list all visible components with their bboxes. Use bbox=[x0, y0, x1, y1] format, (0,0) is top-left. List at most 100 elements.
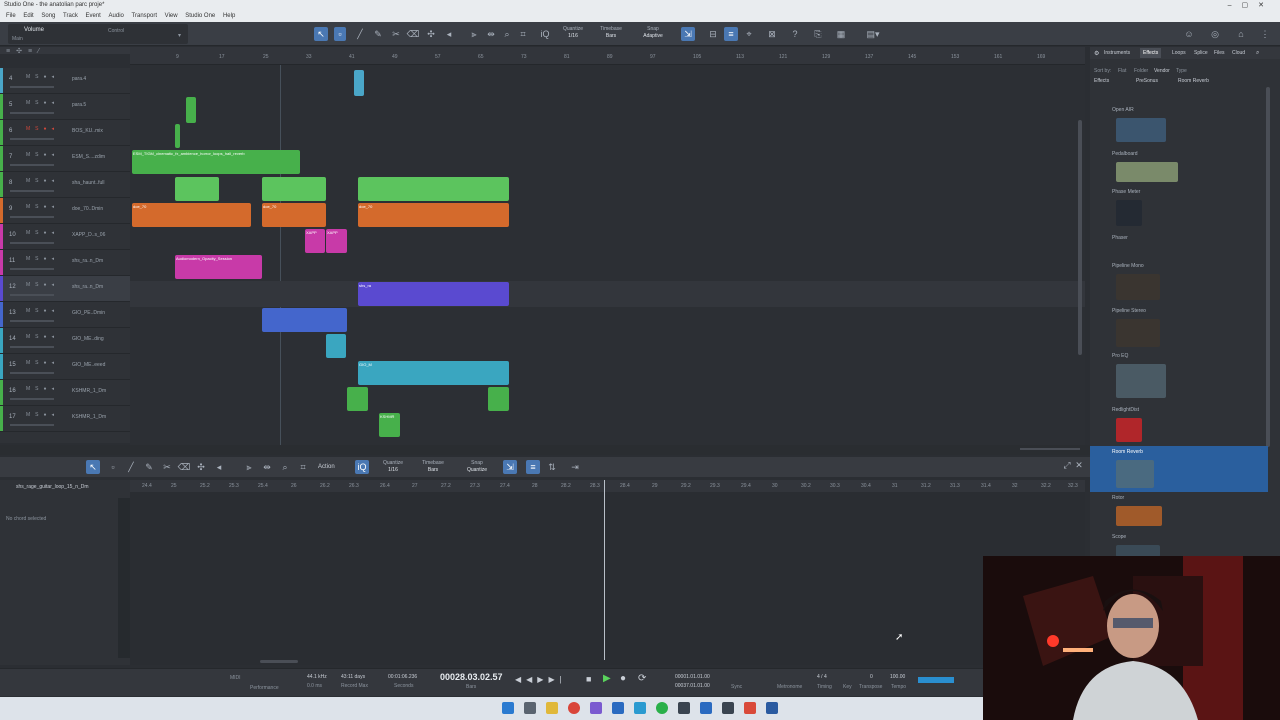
transport-nav-buttons[interactable]: ◀◀▶▶| bbox=[515, 675, 567, 684]
audio-clip-doe[interactable]: doe_70 bbox=[132, 203, 251, 227]
sort-type[interactable]: Type bbox=[1176, 68, 1187, 74]
time-signature[interactable]: 4 / 4 bbox=[817, 674, 827, 680]
loop-start[interactable]: 00001.01.01.00 bbox=[675, 674, 710, 680]
track-name[interactable]: BOS_KU..mix bbox=[72, 128, 103, 134]
track-mute-solo-buttons[interactable]: MS●◂ bbox=[26, 412, 59, 418]
browser-item[interactable]: Pedalboard bbox=[1112, 151, 1138, 157]
app-icon[interactable] bbox=[722, 702, 734, 714]
app-icon[interactable] bbox=[700, 702, 712, 714]
audio-clip[interactable] bbox=[354, 70, 364, 96]
sync-icon[interactable]: ◎ bbox=[1208, 27, 1222, 41]
track-name[interactable]: GIO_ME..ding bbox=[72, 336, 104, 342]
edit-tool-icon[interactable]: ⌗ bbox=[516, 27, 530, 41]
track-mute-solo-buttons[interactable]: MS●◂ bbox=[26, 308, 59, 314]
track-name[interactable]: shs_ra..n_Dm bbox=[72, 284, 103, 290]
track-name[interactable]: KSHMR_1_Dm bbox=[72, 414, 106, 420]
browser-item[interactable]: Pro EQ bbox=[1112, 353, 1128, 359]
snap-control[interactable]: Snap Adaptive bbox=[636, 26, 670, 40]
track-volume-slider[interactable] bbox=[10, 346, 54, 348]
track-volume-slider[interactable] bbox=[10, 372, 54, 374]
browser-scrollbar[interactable] bbox=[1266, 87, 1270, 447]
studio-one-icon[interactable] bbox=[766, 702, 778, 714]
track-mute-solo-buttons[interactable]: MS●◂ bbox=[26, 74, 59, 80]
paint-tool-icon[interactable]: ⇹ bbox=[484, 27, 498, 41]
editor-timebase-control[interactable]: Timebase Bars bbox=[418, 460, 448, 474]
audio-clip[interactable] bbox=[262, 177, 326, 201]
audio-clip[interactable] bbox=[175, 124, 180, 148]
track-row[interactable]: 17 MS●◂ KSHMR_1_Dm bbox=[0, 406, 130, 432]
arrange-view[interactable] bbox=[130, 65, 1085, 445]
track-name[interactable]: shs_ra..n_Dm bbox=[72, 258, 103, 264]
arrow-tool-icon[interactable]: ↖ bbox=[314, 27, 328, 41]
track-row[interactable]: 9 MS●◂ doe_70..Dmin bbox=[0, 198, 130, 224]
audio-clip[interactable] bbox=[488, 387, 509, 411]
audio-clip[interactable] bbox=[326, 334, 346, 358]
user-icon[interactable]: ☺ bbox=[1182, 27, 1196, 41]
track-row[interactable]: 8 MS●◂ sha_haunt..full bbox=[0, 172, 130, 198]
record-button[interactable]: ● bbox=[620, 673, 626, 684]
track-row[interactable]: 10 MS●◂ XAPP_D..s_06 bbox=[0, 224, 130, 250]
track-row[interactable]: 5 MS●◂ para.5 bbox=[0, 94, 130, 120]
track-mute-solo-buttons[interactable]: MS●◂ bbox=[26, 386, 59, 392]
position-display[interactable]: 00028.03.02.57 bbox=[440, 672, 503, 682]
track-name[interactable]: sha_haunt..full bbox=[72, 180, 105, 186]
tab-splice[interactable]: Splice bbox=[1194, 50, 1208, 56]
track-mute-solo-buttons[interactable]: MS●◂ bbox=[26, 178, 59, 184]
track-row[interactable]: 14 MS●◂ GIO_ME..ding bbox=[0, 328, 130, 354]
editor-pencil-tool-icon[interactable]: ✎ bbox=[142, 460, 156, 474]
breadcrumb-effects[interactable]: Effects bbox=[1094, 78, 1109, 84]
track-row[interactable]: 16 MS●◂ KSHMR_1_Dm bbox=[0, 380, 130, 406]
editor-range-tool-icon[interactable]: ▫ bbox=[106, 460, 120, 474]
sort-vendor[interactable]: Vendor bbox=[1154, 68, 1170, 74]
metronome-label[interactable]: Metronome bbox=[777, 684, 802, 690]
editor-horizontal-scrollbar[interactable] bbox=[260, 660, 298, 663]
windows-start-icon[interactable] bbox=[502, 702, 514, 714]
track-mute-solo-buttons[interactable]: MS●◂ bbox=[26, 256, 59, 262]
menu-song[interactable]: Song bbox=[41, 13, 55, 19]
bend-tool-icon[interactable]: ✣ bbox=[424, 27, 438, 41]
range-tool-icon[interactable]: ╱ bbox=[353, 27, 367, 41]
arrow-tool-options-icon[interactable]: ▫ bbox=[334, 27, 346, 41]
browser-item[interactable]: RedlightDist bbox=[1112, 407, 1139, 413]
tab-instruments[interactable]: Instruments bbox=[1104, 50, 1130, 56]
browser-item[interactable]: Rotor bbox=[1112, 495, 1124, 501]
stop-button[interactable]: ■ bbox=[586, 674, 591, 684]
track-mute-solo-buttons[interactable]: MS●◂ bbox=[26, 282, 59, 288]
track-volume-slider[interactable] bbox=[10, 398, 54, 400]
editor-snap-control[interactable]: Snap Quantize bbox=[460, 460, 494, 474]
app-icon[interactable] bbox=[678, 702, 690, 714]
arrange-vertical-scrollbar[interactable] bbox=[1078, 120, 1082, 355]
audio-clip[interactable] bbox=[262, 308, 347, 332]
track-name[interactable]: ESM_S....zdim bbox=[72, 154, 105, 160]
track-name[interactable]: KSHMR_1_Dm bbox=[72, 388, 106, 394]
track-row[interactable]: 15 MS●◂ GIO_ME..eeed bbox=[0, 354, 130, 380]
track-row[interactable]: 7 MS●◂ ESM_S....zdim bbox=[0, 146, 130, 172]
timebase-control[interactable]: Timebase Bars bbox=[596, 26, 626, 40]
audio-clip[interactable] bbox=[175, 177, 219, 201]
track-volume-slider[interactable] bbox=[10, 320, 54, 322]
search-icon[interactable] bbox=[524, 702, 536, 714]
editor-clip-name[interactable]: shs_rage_guitar_loop_15_n_Dm bbox=[16, 484, 89, 490]
browser-item-selected[interactable]: Room Reverb bbox=[1112, 449, 1143, 455]
zoom-slider[interactable] bbox=[1020, 448, 1080, 450]
editor-arrow-tool-icon[interactable]: ↖ bbox=[86, 460, 100, 474]
track-volume-slider[interactable] bbox=[10, 424, 54, 426]
app-icon[interactable] bbox=[744, 702, 756, 714]
track-name[interactable]: para.4 bbox=[72, 76, 86, 82]
zoom-tool-icon[interactable]: ⌕ bbox=[500, 27, 514, 41]
sync-label[interactable]: Sync bbox=[731, 684, 742, 690]
track-row[interactable]: 6 MS●◂ BOS_KU..mix bbox=[0, 120, 130, 146]
transpose-value[interactable]: 0 bbox=[870, 674, 873, 680]
editor-cursor-follows-icon[interactable]: ⇅ bbox=[545, 460, 559, 474]
mute-tool-icon[interactable]: ◂ bbox=[442, 27, 456, 41]
play-button[interactable]: ▶ bbox=[603, 673, 611, 684]
breadcrumb-room-reverb[interactable]: Room Reverb bbox=[1178, 78, 1209, 84]
layout-icon[interactable]: ▤▾ bbox=[864, 27, 882, 41]
file-explorer-icon[interactable] bbox=[546, 702, 558, 714]
track-volume-slider[interactable] bbox=[10, 112, 54, 114]
editor-edit-tool-icon[interactable]: ⌗ bbox=[296, 460, 310, 474]
track-volume-slider[interactable] bbox=[10, 242, 54, 244]
quantize-control[interactable]: Quantize 1/16 bbox=[558, 26, 588, 40]
track-name[interactable]: XAPP_D..s_06 bbox=[72, 232, 105, 238]
track-mute-solo-buttons[interactable]: MS●◂ bbox=[26, 100, 59, 106]
